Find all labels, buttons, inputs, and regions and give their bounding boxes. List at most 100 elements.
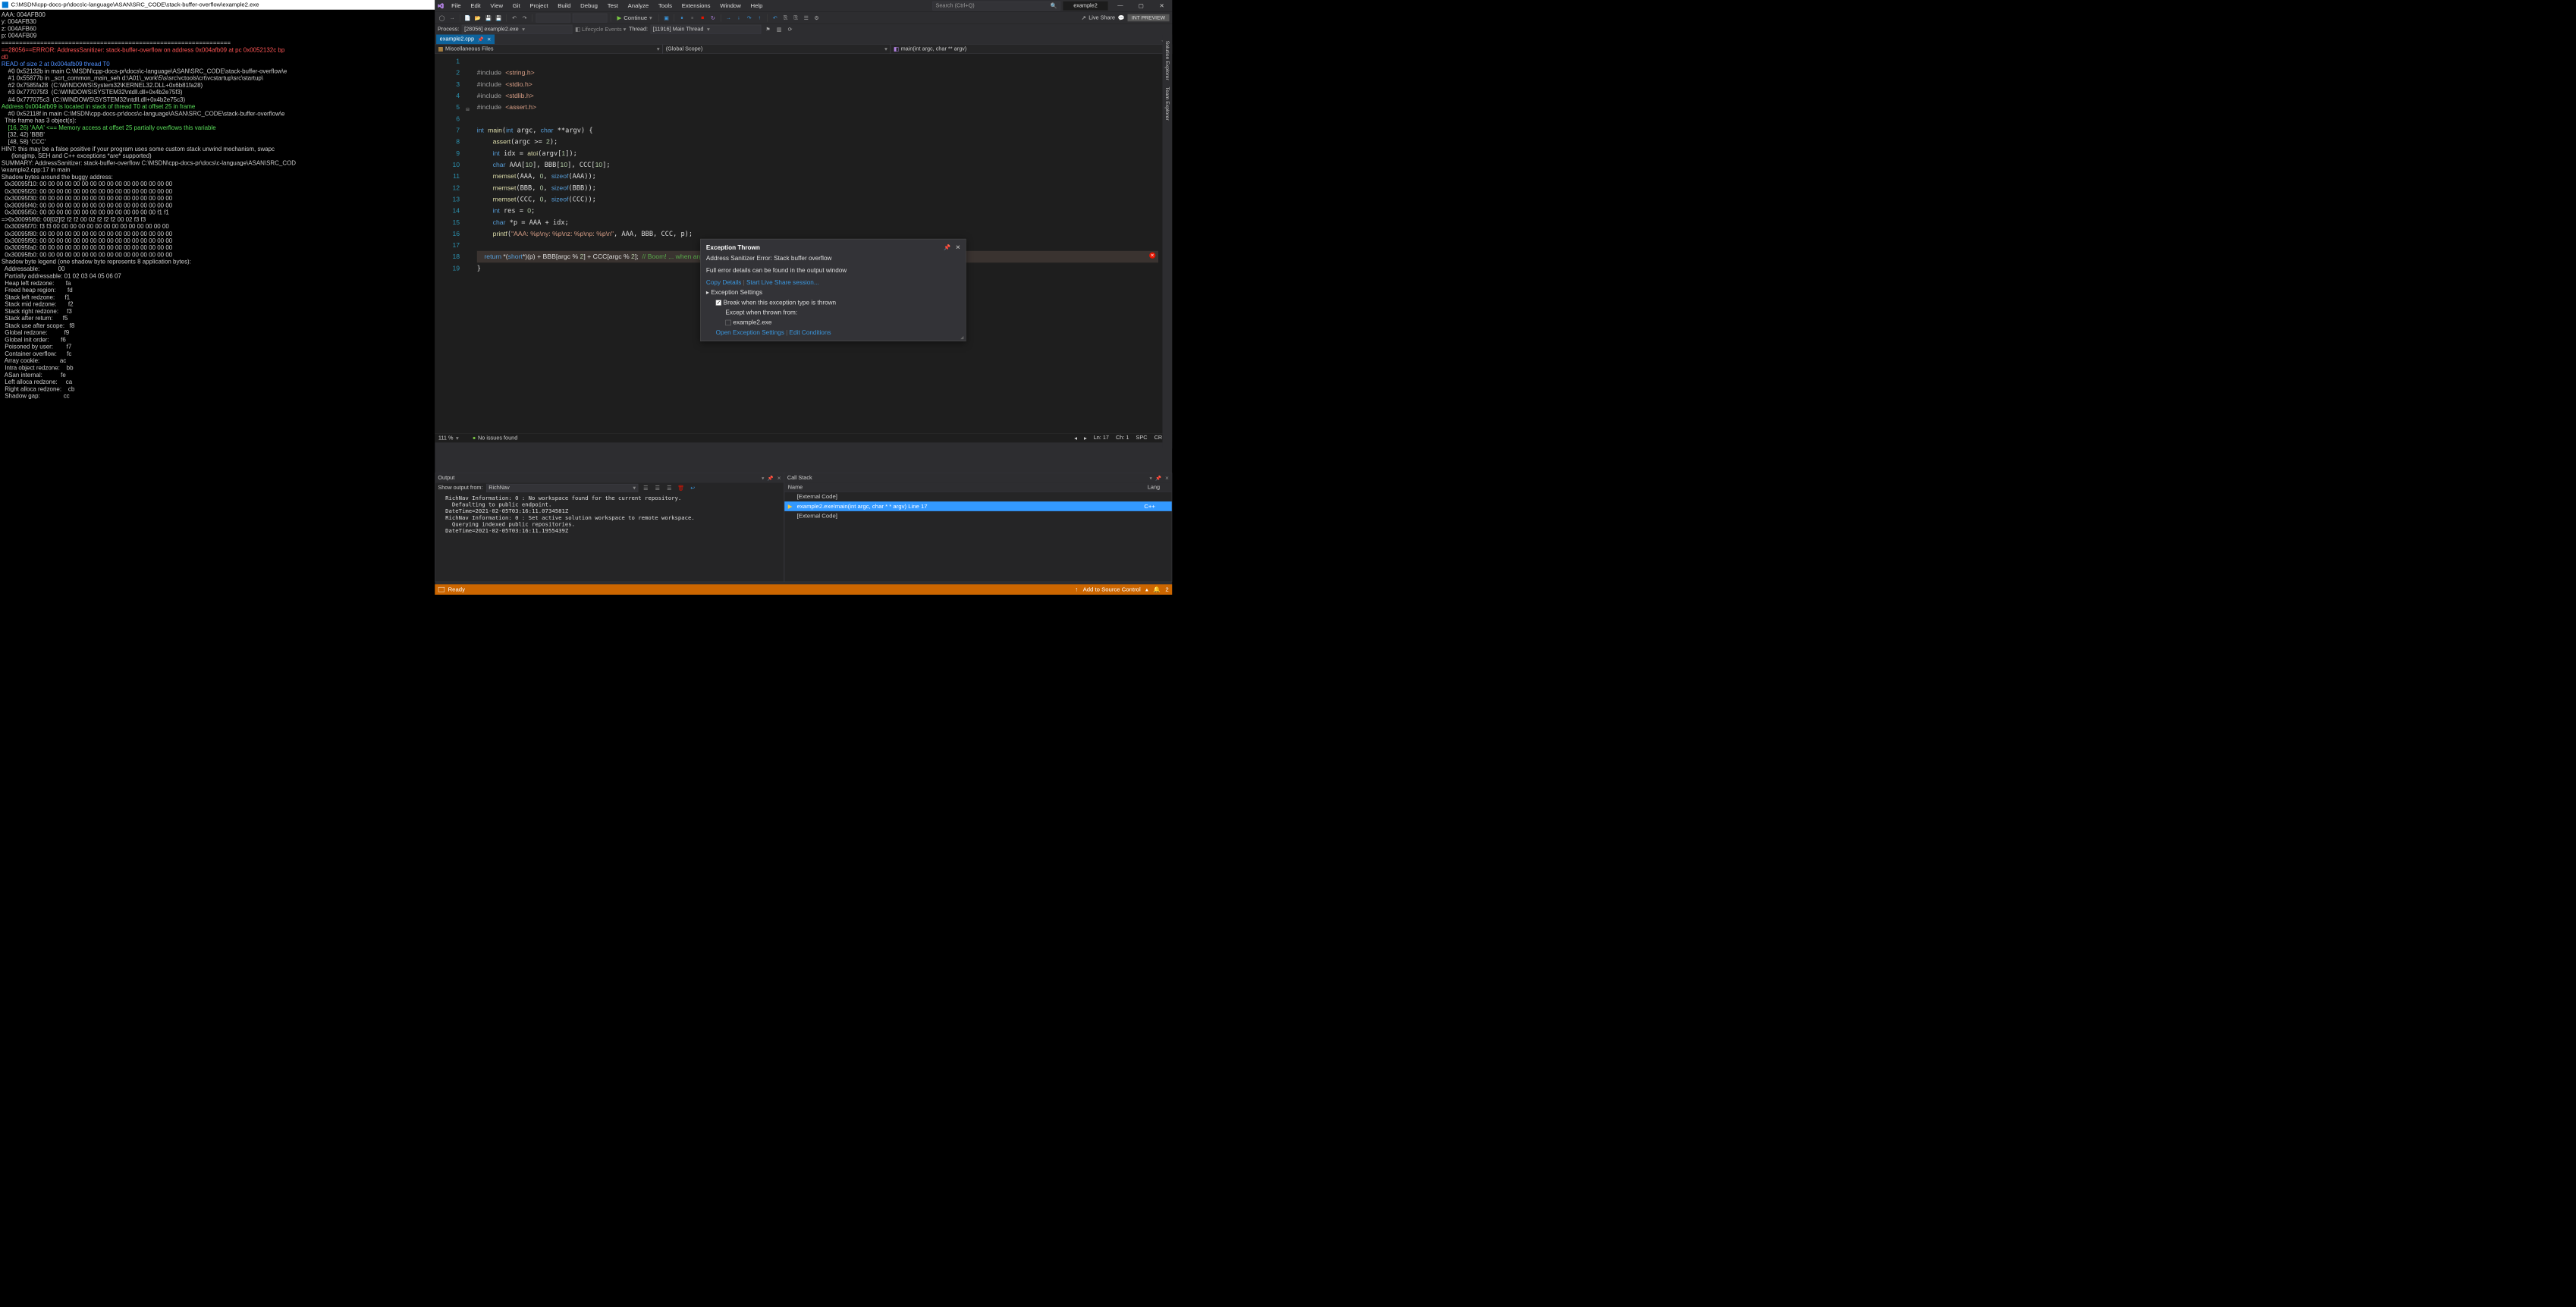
menu-build[interactable]: Build <box>553 0 576 11</box>
menu-extensions[interactable]: Extensions <box>677 0 715 11</box>
output-source-dropdown[interactable]: RichNav▾ <box>486 484 638 492</box>
menu-git[interactable]: Git <box>507 0 525 11</box>
dbg-misc-icon[interactable]: ⟳ <box>786 25 794 33</box>
maximize-button[interactable]: ▢ <box>1131 0 1151 11</box>
menu-test[interactable]: Test <box>602 0 623 11</box>
redo-icon[interactable]: ↷ <box>520 14 529 22</box>
menu-debug[interactable]: Debug <box>576 0 603 11</box>
vs-logo-icon <box>435 0 446 11</box>
out-tb-1[interactable]: ☰ <box>642 484 650 492</box>
dbg-icon-d[interactable]: ☰ <box>802 14 810 22</box>
menu-edit[interactable]: Edit <box>466 0 485 11</box>
search-input[interactable]: Search (Ctrl+Q) 🔍 <box>932 2 1060 11</box>
output-pin-icon[interactable]: 📌 <box>768 475 774 481</box>
copy-details-link[interactable]: Copy Details <box>706 279 741 286</box>
thread-dropdown[interactable]: [11916] Main Thread▾ <box>651 25 762 34</box>
add-src-icon[interactable]: ↑ <box>1075 586 1078 593</box>
search-placeholder: Search (Ctrl+Q) <box>936 3 975 9</box>
nav-scope-1[interactable]: ▦Miscellaneous Files▾ <box>435 44 662 54</box>
new-project-icon[interactable]: 📄 <box>463 14 472 22</box>
pause-icon[interactable]: ⏸ <box>688 14 696 22</box>
dbg-icon-1[interactable]: ▣ <box>662 14 671 22</box>
break-checkbox[interactable] <box>716 300 721 306</box>
start-live-share-link[interactable]: Start Live Share session... <box>746 279 819 286</box>
main-menu: FileEditViewGitProjectBuildDebugTestAnal… <box>447 0 768 11</box>
output-title: Output <box>438 475 454 481</box>
file-tab-active[interactable]: example2.cpp 📌 ✕ <box>436 35 495 45</box>
cs-col-name[interactable]: Name <box>784 483 1144 492</box>
nav-back-icon[interactable]: ◯ <box>438 14 446 22</box>
output-close-icon[interactable]: ✕ <box>777 475 781 481</box>
resize-grip-icon[interactable]: ◢ <box>960 335 963 339</box>
restart-icon[interactable]: ↻ <box>708 14 717 22</box>
zoom-level[interactable]: 111 % <box>438 435 454 441</box>
nav-scope-2[interactable]: (Global Scope)▾ <box>663 44 891 54</box>
nav-fwd-icon[interactable]: → <box>448 14 457 22</box>
step-over-icon[interactable]: ↷ <box>745 14 753 22</box>
callstack-row[interactable]: ▶example2.exe!main(int argc, char * * ar… <box>784 501 1172 511</box>
out-tb-2[interactable]: ☰ <box>653 484 661 492</box>
step-out-icon[interactable]: ↑ <box>756 14 764 22</box>
callstack-row[interactable]: [External Code] <box>784 511 1172 521</box>
notification-icon[interactable]: 🔔 <box>1153 586 1161 593</box>
cs-close-icon[interactable]: ✕ <box>1165 475 1169 481</box>
save-icon[interactable]: 💾 <box>484 14 492 22</box>
nav3-label: main(int argc, char ** argv) <box>901 46 967 52</box>
out-tb-clear[interactable]: 🗑 <box>677 484 685 492</box>
process-dropdown[interactable]: [28056] example2.exe▾ <box>462 25 573 34</box>
error-marker-icon[interactable]: ✕ <box>1149 253 1155 259</box>
minimize-button[interactable]: — <box>1110 0 1130 11</box>
issues-label: No issues found <box>478 435 517 441</box>
feedback-icon[interactable]: 💬 <box>1118 14 1125 21</box>
stop-icon[interactable]: ■ <box>699 14 707 22</box>
menu-analyze[interactable]: Analyze <box>623 0 653 11</box>
output-dropdown-icon[interactable]: ▾ <box>762 475 764 481</box>
menu-file[interactable]: File <box>447 0 466 11</box>
platform-dropdown[interactable] <box>573 14 608 23</box>
cs-col-lang[interactable]: Lang <box>1144 483 1171 492</box>
save-all-icon[interactable]: 💾 <box>495 14 503 22</box>
cs-dropdown-icon[interactable]: ▾ <box>1150 475 1152 481</box>
stack-frame-icon[interactable]: ▥ <box>774 25 783 33</box>
exception-popup: Exception Thrown 📌✕ Address Sanitizer Er… <box>700 239 966 341</box>
callstack-rows: [External Code]▶example2.exe!main(int ar… <box>784 492 1172 581</box>
dbg-icon-e[interactable]: ⚙ <box>812 14 821 22</box>
callstack-row[interactable]: [External Code] <box>784 492 1172 501</box>
live-share-button[interactable]: Live Share <box>1089 14 1115 20</box>
popup-pin-icon[interactable]: 📌 <box>944 244 950 252</box>
lifecycle-icon[interactable]: ◧ Lifecycle Events ▾ <box>575 26 626 33</box>
flag-icon[interactable]: ⚑ <box>764 25 772 33</box>
show-next-icon[interactable]: → <box>724 14 733 22</box>
continue-button[interactable]: ▶ Continue ▾ <box>614 14 655 21</box>
team-explorer-tab[interactable]: Team Explorer <box>1164 84 1171 123</box>
menu-project[interactable]: Project <box>525 0 553 11</box>
edit-conditions-link[interactable]: Edit Conditions <box>790 329 831 336</box>
live-share-icon: ↗ <box>1081 14 1085 21</box>
menu-view[interactable]: View <box>485 0 507 11</box>
out-tb-wrap[interactable]: ↩ <box>689 484 697 492</box>
undo-icon[interactable]: ↶ <box>510 14 518 22</box>
step-into-icon[interactable]: ↓ <box>735 14 743 22</box>
open-file-icon[interactable]: 📂 <box>474 14 482 22</box>
dbg-icon-c[interactable]: ⎘ <box>792 14 800 22</box>
menu-window[interactable]: Window <box>715 0 746 11</box>
add-src-label[interactable]: Add to Source Control <box>1083 586 1141 593</box>
solution-explorer-tab[interactable]: Solution Explorer <box>1164 38 1171 83</box>
open-exception-settings-link[interactable]: Open Exception Settings <box>716 329 784 336</box>
break-all-icon[interactable]: ⏸ <box>677 14 686 22</box>
cs-pin-icon[interactable]: 📌 <box>1155 475 1161 481</box>
close-button[interactable]: ✕ <box>1151 0 1172 11</box>
menu-tools[interactable]: Tools <box>654 0 677 11</box>
dbg-icon-a[interactable]: ↶ <box>771 14 779 22</box>
out-tb-3[interactable]: ☰ <box>665 484 674 492</box>
popup-close-icon[interactable]: ✕ <box>956 244 960 252</box>
nav-scope-3[interactable]: ◧main(int argc, char ** argv)▾ <box>891 44 1172 54</box>
close-tab-icon[interactable]: ✕ <box>487 36 491 42</box>
code-editor[interactable]: 12345678910111213141516171819 ⊟⊟ #includ… <box>435 54 1172 434</box>
menu-help[interactable]: Help <box>746 0 768 11</box>
pin-icon[interactable]: 📌 <box>478 36 484 42</box>
config-dropdown[interactable] <box>536 14 571 23</box>
dbg-icon-b[interactable]: ⎘ <box>781 14 790 22</box>
module-checkbox[interactable] <box>725 320 730 325</box>
exception-message: Address Sanitizer Error: Stack buffer ov… <box>706 255 960 262</box>
